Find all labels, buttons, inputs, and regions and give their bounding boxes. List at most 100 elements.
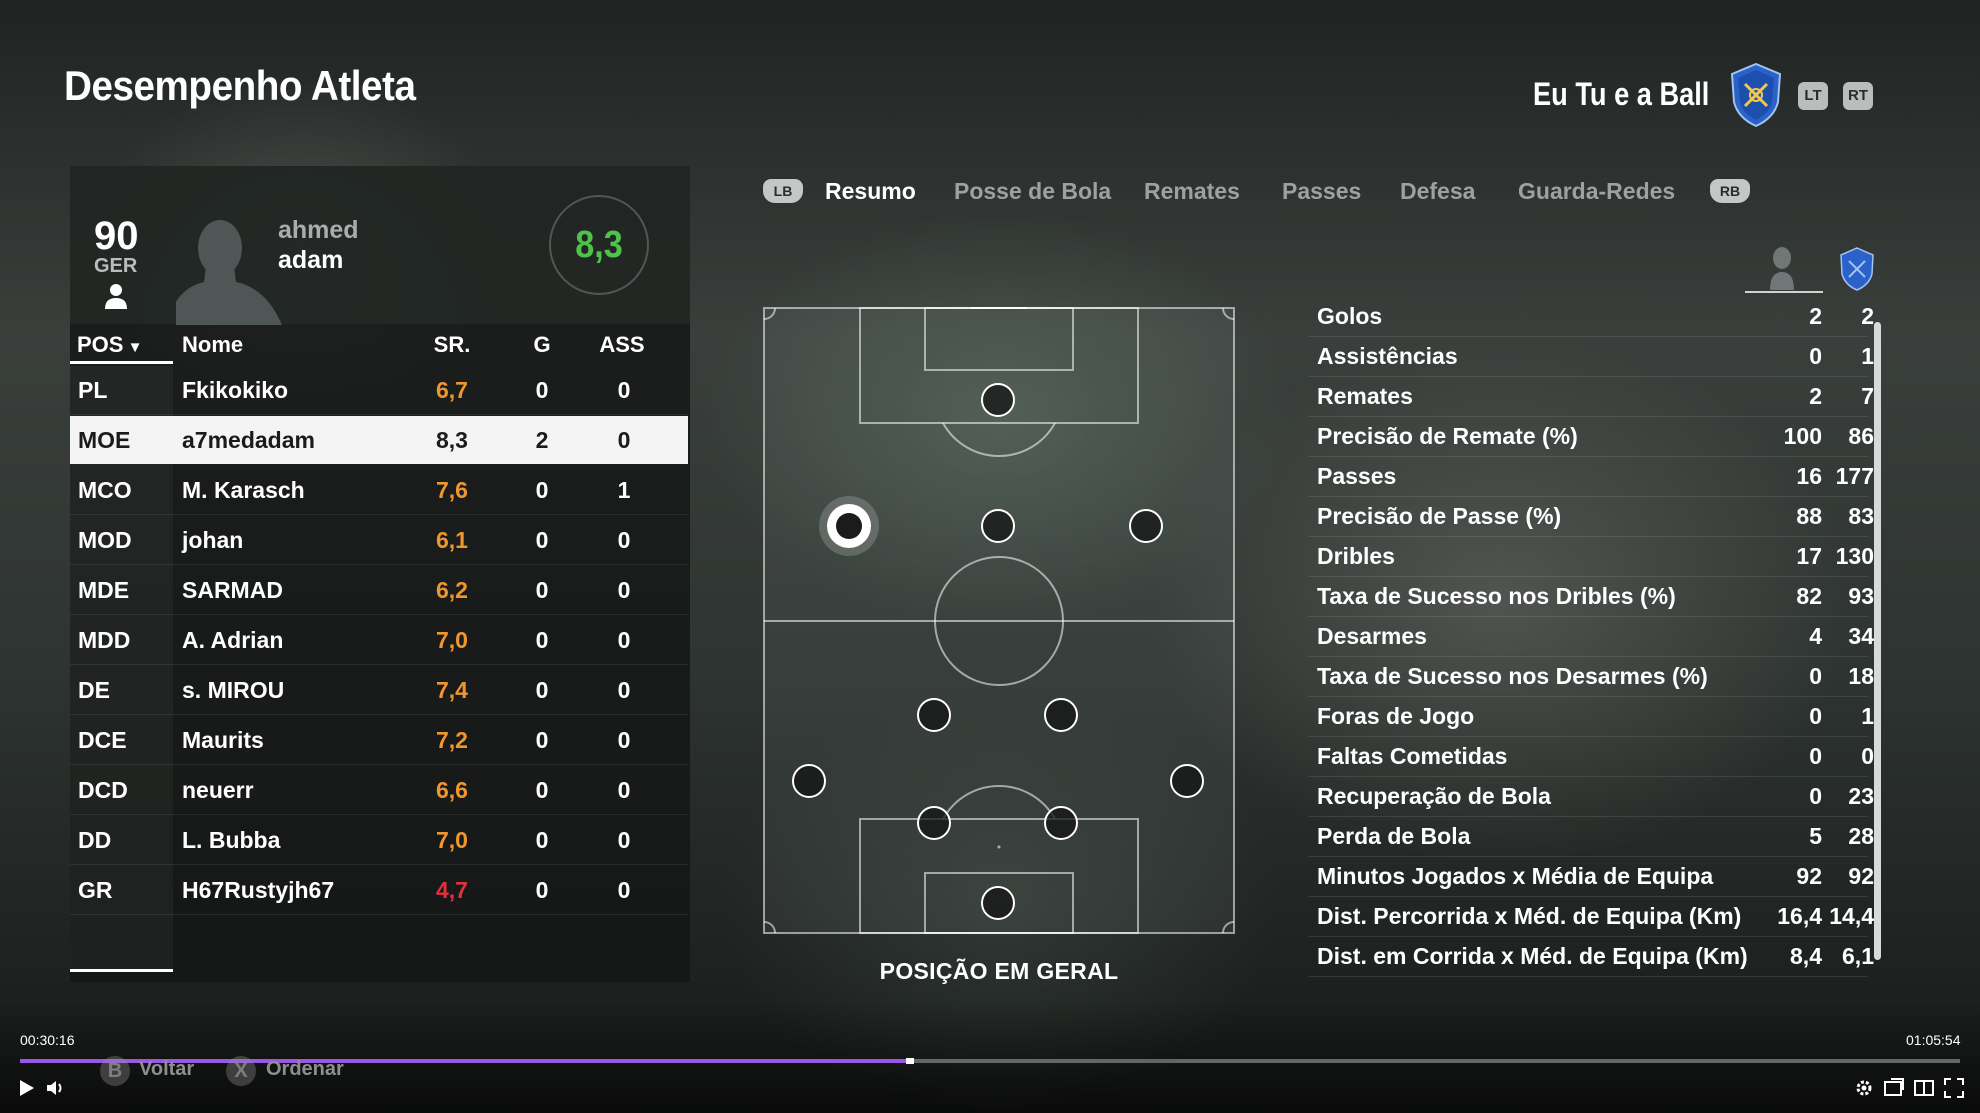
row-rating: 6,7 (436, 377, 468, 403)
table-row[interactable]: DD L. Bubba 7,0 0 0 (70, 816, 688, 865)
stat-label: Perda de Bola (1317, 823, 1471, 849)
stat-row: Golos 2 2 (1308, 296, 1874, 337)
position-marker-pl[interactable] (981, 383, 1015, 417)
table-row[interactable]: MOD johan 6,1 0 0 (70, 516, 688, 565)
pos-column-bottom-line (70, 969, 173, 972)
player-overall: 90 (94, 214, 139, 258)
stat-team-value: 1 (1861, 703, 1874, 729)
row-assists: 0 (617, 627, 631, 653)
header-name[interactable]: Nome (182, 332, 243, 358)
stat-label: Taxa de Sucesso nos Desarmes (%) (1317, 663, 1708, 689)
position-marker-dd[interactable] (1170, 764, 1204, 798)
stat-row: Faltas Cometidas 0 0 (1308, 736, 1874, 777)
row-position: DE (78, 677, 110, 703)
fullscreen-icon[interactable] (1942, 1076, 1966, 1100)
table-row[interactable]: MDE SARMAD 6,2 0 0 (70, 566, 688, 615)
row-rating: 7,2 (436, 727, 468, 753)
row-position: MCO (78, 477, 132, 503)
current-time: 00:30:16 (20, 1032, 75, 1048)
player-avatar-icon (176, 220, 282, 325)
position-marker-mco[interactable] (981, 509, 1015, 543)
tab-remates[interactable]: Remates (1144, 178, 1240, 205)
stat-team-value: 0 (1861, 743, 1874, 769)
row-assists: 0 (617, 877, 631, 903)
tab-guarda-redes[interactable]: Guarda-Redes (1518, 178, 1675, 205)
stat-team-value: 177 (1835, 463, 1874, 489)
play-icon[interactable] (14, 1076, 38, 1100)
row-player-name: H67Rustyjh67 (182, 877, 335, 903)
position-marker-de[interactable] (792, 764, 826, 798)
stat-team-value: 86 (1848, 423, 1874, 449)
stat-label: Dist. Percorrida x Méd. de Equipa (Km) (1317, 903, 1742, 929)
row-goals: 2 (535, 427, 549, 453)
row-position: PL (78, 377, 108, 403)
row-position: DCE (78, 727, 127, 753)
position-marker-dce[interactable] (917, 806, 951, 840)
user-icon (105, 284, 127, 309)
row-assists: 0 (617, 377, 631, 403)
stat-team-value: 83 (1848, 503, 1874, 529)
position-marker-dcd[interactable] (1044, 806, 1078, 840)
trigger-rt-button[interactable]: RT (1843, 82, 1873, 110)
picture-in-picture-icon[interactable] (1882, 1076, 1906, 1100)
stat-row: Passes 16 177 (1308, 456, 1874, 497)
stat-team-value: 92 (1848, 863, 1874, 889)
header-g[interactable]: G (522, 332, 562, 358)
position-marker-mod[interactable] (917, 698, 951, 732)
row-rating: 6,2 (436, 577, 468, 603)
video-controls-shade (0, 1000, 1980, 1113)
team-name: Eu Tu e a Ball (1533, 76, 1710, 112)
theater-mode-icon[interactable] (1912, 1076, 1936, 1100)
stat-team-value: 23 (1848, 783, 1874, 809)
table-row[interactable]: MCO M. Karasch 7,6 0 1 (70, 466, 688, 515)
row-rating: 8,3 (436, 427, 468, 453)
tab-passes[interactable]: Passes (1282, 178, 1361, 205)
volume-icon[interactable] (44, 1076, 68, 1100)
stat-player-value: 5 (1809, 823, 1822, 849)
stat-label: Assistências (1317, 343, 1458, 369)
sort-label[interactable]: Ordenar (266, 1058, 344, 1081)
tab-defesa[interactable]: Defesa (1400, 178, 1475, 205)
position-marker-mde[interactable] (1044, 698, 1078, 732)
position-marker-gr[interactable] (981, 886, 1015, 920)
header-sr[interactable]: SR. (422, 332, 482, 358)
row-goals: 0 (535, 727, 549, 753)
bumper-lb-button[interactable]: LB (763, 179, 803, 203)
stat-label: Faltas Cometidas (1317, 743, 1508, 769)
row-player-name: Fkikokiko (182, 377, 289, 403)
position-marker-mdi[interactable] (1129, 509, 1163, 543)
back-label[interactable]: Voltar (139, 1058, 194, 1081)
table-row[interactable]: MDD A. Adrian 7,0 0 0 (70, 616, 688, 665)
stat-row: Perda de Bola 5 28 (1308, 816, 1874, 857)
table-row[interactable]: MOE a7medadam 8,3 2 0 (70, 416, 688, 464)
table-row[interactable]: DCE Maurits 7,2 0 0 (70, 716, 688, 765)
header-ass[interactable]: ASS (596, 332, 648, 358)
player-silhouette-icon (1770, 247, 1794, 290)
row-position: MDD (78, 627, 131, 653)
stat-team-value: 28 (1848, 823, 1874, 849)
b-button-icon[interactable]: B (100, 1056, 130, 1086)
stat-team-value: 18 (1848, 663, 1874, 689)
stat-label: Golos (1317, 303, 1383, 329)
stat-team-value: 14,4 (1829, 903, 1874, 929)
player-nation: GER (94, 255, 138, 277)
table-row[interactable]: DCD neuerr 6,6 0 0 (70, 766, 688, 815)
stat-row: Dist. em Corrida x Méd. de Equipa (Km) 8,… (1308, 936, 1874, 977)
row-player-name: A. Adrian (182, 627, 284, 653)
position-marker-moe[interactable] (819, 496, 879, 556)
settings-icon[interactable] (1852, 1076, 1876, 1100)
stat-player-value: 0 (1809, 743, 1822, 769)
row-player-name: M. Karasch (182, 477, 305, 503)
tab-resumo[interactable]: Resumo (825, 178, 916, 205)
trigger-lt-button[interactable]: LT (1798, 82, 1828, 110)
stat-player-value: 8,4 (1790, 943, 1822, 969)
table-row[interactable]: DE s. MIROU 7,4 0 0 (70, 666, 688, 715)
progress-knob[interactable] (906, 1058, 915, 1064)
header-pos[interactable]: POS ▼ (77, 332, 142, 358)
tab-posse-de-bola[interactable]: Posse de Bola (954, 178, 1111, 205)
table-row[interactable]: GR H67Rustyjh67 4,7 0 0 (70, 866, 688, 915)
x-button-icon[interactable]: X (226, 1056, 256, 1086)
table-row[interactable]: PL Fkikokiko 6,7 0 0 (70, 366, 688, 415)
stats-scrollbar[interactable] (1874, 322, 1881, 960)
bumper-rb-button[interactable]: RB (1710, 179, 1750, 203)
